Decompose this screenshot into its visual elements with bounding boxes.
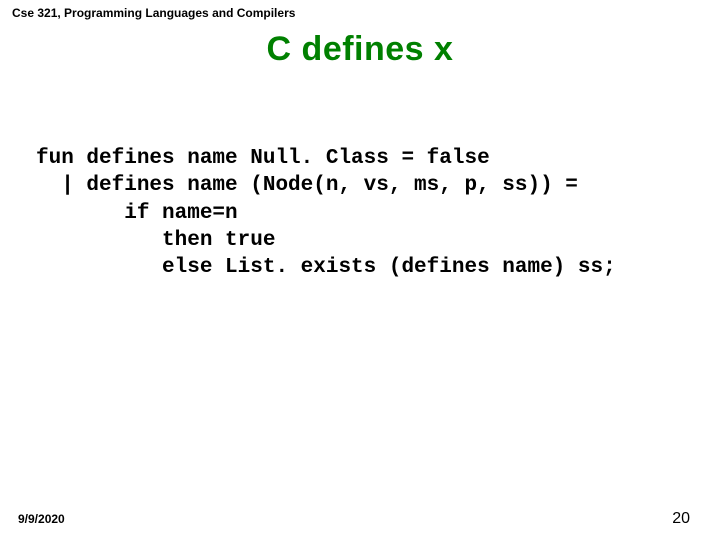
code-line: then true (36, 229, 275, 252)
slide-title: C defines x (0, 30, 720, 69)
footer-date: 9/9/2020 (18, 512, 65, 526)
code-line: if name=n (36, 202, 238, 225)
footer-page-number: 20 (672, 510, 690, 528)
course-header: Cse 321, Programming Languages and Compi… (12, 6, 295, 20)
code-block: fun defines name Null. Class = false | d… (36, 145, 616, 281)
code-line: else List. exists (defines name) ss; (36, 256, 616, 279)
code-line: | defines name (Node(n, vs, ms, p, ss)) … (36, 174, 578, 197)
code-line: fun defines name Null. Class = false (36, 147, 490, 170)
